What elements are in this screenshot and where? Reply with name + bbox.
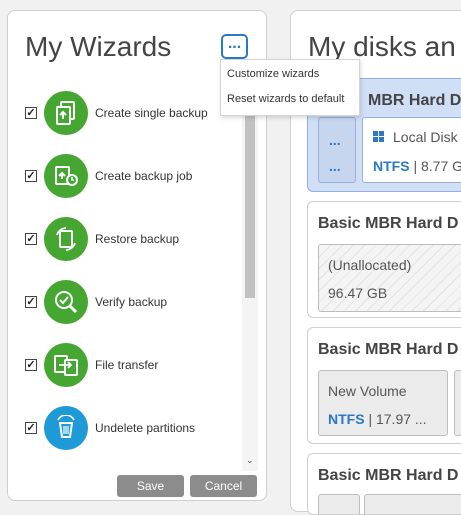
menu-item-reset-wizards[interactable]: Reset wizards to default	[227, 93, 344, 105]
wizards-more-button[interactable]: ...	[221, 34, 248, 59]
partition-size: | 8.77 G	[409, 158, 461, 174]
scroll-down-icon[interactable]: ⌄	[246, 455, 254, 466]
wizard-label: Verify backup	[95, 295, 168, 309]
wizard-checkbox[interactable]: ✓	[25, 359, 37, 371]
wizard-label: Create backup job	[95, 169, 193, 183]
wizards-context-menu: Customize wizards Reset wizards to defau…	[220, 59, 360, 116]
restore-backup-icon	[44, 217, 88, 261]
file-transfer-icon	[44, 343, 88, 387]
partition-fs: NTFS	[373, 158, 410, 174]
save-button[interactable]: Save	[117, 475, 184, 497]
partition-dots: ...	[329, 158, 341, 174]
wizard-item-file-transfer[interactable]: ✓ File transfer	[8, 343, 243, 389]
wizard-item-verify-backup[interactable]: ✓ Verify backup	[8, 280, 243, 326]
undelete-partitions-icon	[44, 406, 88, 450]
partition-block[interactable]	[454, 370, 461, 436]
wizard-checkbox[interactable]: ✓	[25, 170, 37, 182]
wizard-label: Create single backup	[95, 106, 208, 120]
wizard-checkbox[interactable]: ✓	[25, 107, 37, 119]
partition-name: (Unallocated)	[328, 257, 412, 273]
disk-title: Basic MBR Hard D	[318, 467, 459, 484]
wizards-title: My Wizards	[25, 31, 172, 62]
windows-icon	[373, 130, 385, 146]
partition-block[interactable]: ... ...	[318, 117, 356, 183]
wizard-item-undelete-partitions[interactable]: ✓ Undelete partitions	[8, 406, 243, 452]
partition-block[interactable]	[318, 494, 360, 514]
disk-card[interactable]: Basic MBR Hard D	[307, 453, 461, 515]
cancel-button[interactable]: Cancel	[190, 475, 257, 497]
partition-size: 96.47 GB	[328, 285, 388, 301]
wizard-label: Restore backup	[95, 232, 180, 246]
partition-block[interactable]: (Unallocated) 96.47 GB	[318, 244, 461, 312]
single-backup-icon	[44, 91, 88, 135]
disk-title: MBR Hard D	[368, 92, 461, 109]
verify-backup-icon	[44, 280, 88, 324]
partition-block[interactable]	[364, 494, 461, 514]
wizard-label: File transfer	[95, 358, 159, 372]
disk-title: Basic MBR Hard D	[318, 215, 459, 232]
disk-card[interactable]: Basic MBR Hard D (Unallocated) 96.47 GB	[307, 201, 461, 318]
wizard-checkbox[interactable]: ✓	[25, 422, 37, 434]
partition-size: | 17.97 ...	[364, 411, 427, 427]
scrollbar-thumb[interactable]	[245, 98, 255, 298]
disk-card[interactable]: Basic MBR Hard D New Volume NTFS | 17.97…	[307, 327, 461, 444]
backup-job-icon	[44, 154, 88, 198]
partition-block[interactable]: Local Disk NTFS | 8.77 G	[362, 117, 461, 183]
wizard-item-restore-backup[interactable]: ✓ Restore backup	[8, 217, 243, 263]
wizard-checkbox[interactable]: ✓	[25, 296, 37, 308]
partition-fs: NTFS	[328, 411, 365, 427]
partition-name: Local Disk	[393, 129, 458, 145]
wizard-label: Undelete partitions	[95, 421, 196, 435]
partition-name: New Volume	[328, 383, 407, 399]
partition-dots: ...	[329, 132, 341, 148]
menu-item-customize-wizards[interactable]: Customize wizards	[227, 68, 319, 80]
disk-title: Basic MBR Hard D	[318, 341, 459, 358]
wizard-checkbox[interactable]: ✓	[25, 233, 37, 245]
wizard-item-create-backup-job[interactable]: ✓ Create backup job	[8, 154, 243, 200]
partition-block[interactable]: New Volume NTFS | 17.97 ...	[318, 370, 448, 436]
wizard-item-create-single-backup[interactable]: ✓ Create single backup	[8, 91, 243, 137]
